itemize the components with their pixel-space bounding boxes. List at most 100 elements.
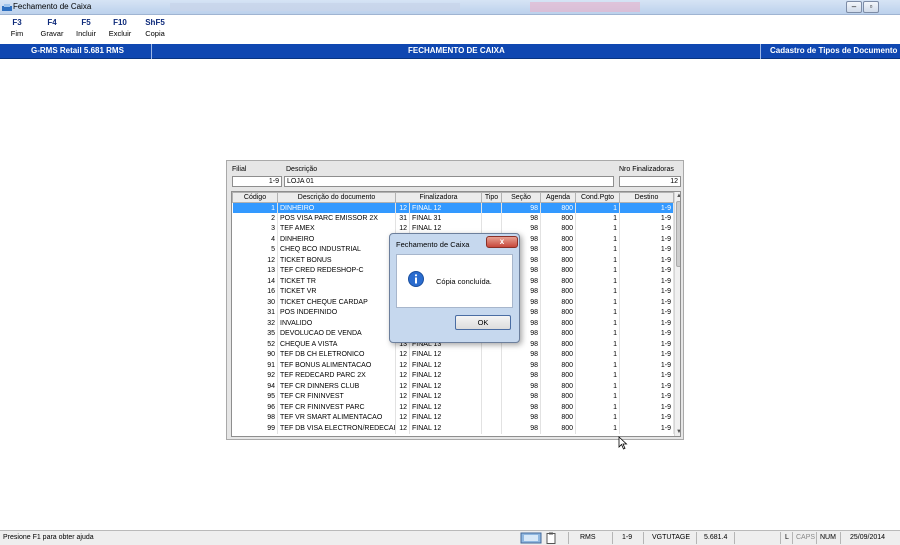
fkey-copia[interactable]: ShF5 Copia bbox=[138, 18, 172, 38]
table-row[interactable]: 98 TEF VR SMART ALIMENTACAO 12 FINAL 12 98 80… bbox=[232, 412, 675, 423]
nro-finalizadoras-label: Nro Finalizadoras bbox=[619, 166, 674, 173]
column-header[interactable]: Cond.Pgto bbox=[575, 192, 621, 203]
fkey-fim[interactable]: F3 Fim bbox=[0, 18, 34, 38]
table-cell: 98 bbox=[232, 412, 278, 423]
table-cell: 800 bbox=[540, 391, 577, 402]
background-blur bbox=[170, 3, 460, 11]
table-cell: 800 bbox=[540, 276, 577, 287]
column-header[interactable]: Código bbox=[232, 192, 278, 203]
table-cell: TEF AMEX bbox=[277, 223, 396, 234]
divider bbox=[792, 532, 793, 544]
function-key-bar: F3 Fim F4 Gravar F5 Incluir F10 Excluir … bbox=[0, 16, 900, 42]
table-cell: 32 bbox=[232, 318, 278, 329]
column-header[interactable]: Descrição do documento bbox=[277, 192, 396, 203]
table-cell: 12 bbox=[395, 370, 410, 381]
table-cell: 98 bbox=[501, 202, 542, 213]
table-cell: 1-9 bbox=[619, 286, 675, 297]
table-cell: POS INDEFINIDO bbox=[277, 307, 396, 318]
table-cell: 1 bbox=[575, 213, 621, 224]
table-cell bbox=[481, 370, 503, 381]
fkey-incluir[interactable]: F5 Incluir bbox=[69, 18, 103, 38]
fkey-label: Gravar bbox=[40, 29, 64, 38]
table-cell: 1 bbox=[575, 360, 621, 371]
nro-finalizadoras-field[interactable]: 12 bbox=[619, 176, 681, 187]
table-cell: 1 bbox=[575, 244, 621, 255]
clipboard-icon bbox=[546, 532, 556, 544]
table-row[interactable]: 95 TEF CR FININVEST 12 FINAL 12 98 800 1 1-9 bbox=[232, 391, 675, 402]
table-cell: 1 bbox=[575, 276, 621, 287]
fkey-excluir[interactable]: F10 Excluir bbox=[103, 18, 137, 38]
table-cell: 1-9 bbox=[619, 307, 675, 318]
table-row[interactable]: 1 DINHEIRO 12 FINAL 12 98 800 1 1-9 bbox=[232, 202, 675, 213]
table-cell: 800 bbox=[540, 234, 577, 245]
module-header: G-RMS Retail 5.681 RMS FECHAMENTO DE CAI… bbox=[0, 44, 900, 59]
column-header[interactable]: Destino bbox=[619, 192, 675, 203]
divider bbox=[612, 532, 613, 544]
vertical-scrollbar[interactable]: ▲ ▼ bbox=[674, 192, 680, 436]
maximize-button[interactable]: ▫ bbox=[863, 1, 879, 13]
dialog-message: Cópia concluída. bbox=[436, 277, 492, 286]
ok-button[interactable]: OK bbox=[455, 315, 511, 330]
table-cell: 800 bbox=[540, 370, 577, 381]
table-cell: FINAL 12 bbox=[409, 370, 483, 381]
table-row[interactable]: 91 TEF BONUS ALIMENTACAO 12 FINAL 12 98 800 1 1… bbox=[232, 360, 675, 371]
table-cell: 95 bbox=[232, 391, 278, 402]
table-cell: 98 bbox=[501, 381, 542, 392]
table-cell: TEF CR FININVEST PARC bbox=[277, 402, 396, 413]
fkey-key: F3 bbox=[12, 18, 22, 27]
table-row[interactable]: 2 POS VISA PARC EMISSOR 2X 31 FINAL 31 98 800… bbox=[232, 213, 675, 224]
table-cell: 1-9 bbox=[619, 423, 675, 434]
table-cell: 1 bbox=[575, 423, 621, 434]
divider bbox=[780, 532, 781, 544]
minimize-button[interactable]: – bbox=[846, 1, 862, 13]
divider bbox=[760, 44, 761, 59]
descricao-field[interactable]: LOJA 01 bbox=[284, 176, 614, 187]
table-cell: 12 bbox=[395, 423, 410, 434]
table-row[interactable]: 92 TEF REDECARD PARC 2X 12 FINAL 12 98 800 1 1-… bbox=[232, 370, 675, 381]
table-cell: 2 bbox=[232, 213, 278, 224]
table-row[interactable]: 94 TEF CR DINNERS CLUB 12 FINAL 12 98 800 1 1-9 bbox=[232, 381, 675, 392]
scroll-up-icon[interactable]: ▲ bbox=[675, 192, 680, 200]
dialog-close-button[interactable]: x bbox=[486, 236, 518, 248]
table-cell: 800 bbox=[540, 297, 577, 308]
column-header[interactable]: Finalizadora bbox=[394, 192, 483, 203]
table-cell: 1-9 bbox=[619, 234, 675, 245]
table-cell bbox=[481, 360, 503, 371]
fkey-label: Incluir bbox=[75, 29, 96, 38]
table-cell: 1 bbox=[575, 402, 621, 413]
table-row[interactable]: 90 TEF DB CH ELETRONICO 12 FINAL 12 98 800 1 1-… bbox=[232, 349, 675, 360]
table-cell: 98 bbox=[501, 360, 542, 371]
column-header[interactable]: Seção bbox=[501, 192, 542, 203]
table-cell: 12 bbox=[395, 360, 410, 371]
table-cell bbox=[481, 381, 503, 392]
fkey-key: ShF5 bbox=[145, 18, 165, 27]
scroll-thumb[interactable] bbox=[676, 201, 680, 267]
column-header[interactable]: Tipo bbox=[481, 192, 503, 203]
table-cell: 800 bbox=[540, 307, 577, 318]
fkey-gravar[interactable]: F4 Gravar bbox=[35, 18, 69, 38]
column-header[interactable]: Agenda bbox=[540, 192, 577, 203]
divider bbox=[151, 44, 152, 59]
table-cell: 90 bbox=[232, 349, 278, 360]
divider bbox=[734, 532, 735, 544]
table-cell: 1-9 bbox=[619, 391, 675, 402]
table-cell: TEF REDECARD PARC 2X bbox=[277, 370, 396, 381]
table-cell: DINHEIRO bbox=[277, 202, 396, 213]
scroll-down-icon[interactable]: ▼ bbox=[675, 428, 680, 436]
table-cell: FINAL 12 bbox=[409, 423, 483, 434]
table-row[interactable]: 96 TEF CR FININVEST PARC 12 FINAL 12 98 800 1 1… bbox=[232, 402, 675, 413]
table-row[interactable]: 99 TEF DB VISA ELECTRON/REDECARD 12 FINAL 1… bbox=[232, 423, 675, 434]
table-cell: 31 bbox=[395, 213, 410, 224]
table-cell: 12 bbox=[395, 381, 410, 392]
table-cell: 1-9 bbox=[619, 349, 675, 360]
table-cell: 800 bbox=[540, 202, 577, 213]
app-icon bbox=[2, 4, 12, 11]
table-cell: 98 bbox=[501, 402, 542, 413]
table-cell: 99 bbox=[232, 423, 278, 434]
table-cell: 13 bbox=[232, 265, 278, 276]
table-cell: 35 bbox=[232, 328, 278, 339]
table-cell: 1-9 bbox=[619, 244, 675, 255]
table-cell: 1-9 bbox=[619, 318, 675, 329]
filial-field[interactable]: 1-9 bbox=[232, 176, 282, 187]
table-cell: 12 bbox=[395, 412, 410, 423]
